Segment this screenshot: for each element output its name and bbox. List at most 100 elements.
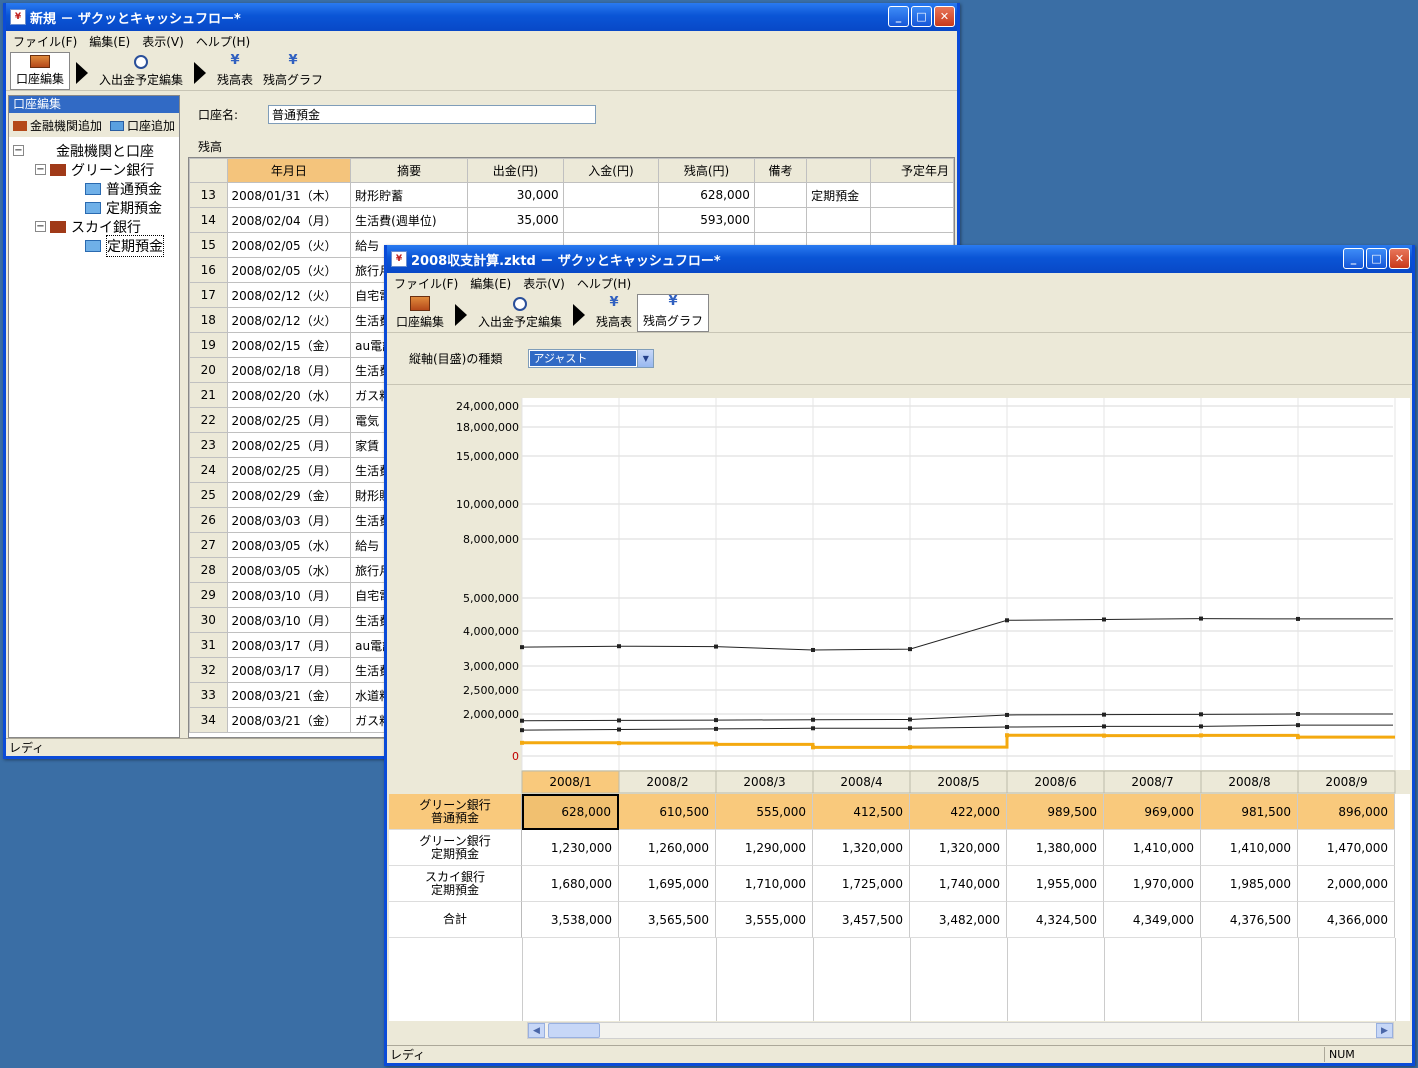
- balance-cell[interactable]: 3,482,000: [910, 902, 1007, 938]
- balance-cell[interactable]: 896,000: [1298, 794, 1395, 830]
- balance-cell[interactable]: 1,710,000: [716, 866, 813, 902]
- table-row[interactable]: グリーン銀行 定期預金 1,230,000 1,260,000 1,290,000 1,3…: [389, 830, 1395, 866]
- balance-cell[interactable]: 412,500: [813, 794, 910, 830]
- maximize-button[interactable]: □: [1366, 248, 1387, 269]
- close-button[interactable]: ✕: [934, 6, 955, 27]
- date-cell[interactable]: 2008/02/04（月）: [226, 207, 352, 233]
- withdrawal-cell[interactable]: 35,000: [467, 207, 564, 233]
- menu-view[interactable]: 表示(V): [523, 275, 565, 292]
- balance-cell[interactable]: 4,324,500: [1007, 902, 1104, 938]
- balance-cell[interactable]: 1,740,000: [910, 866, 1007, 902]
- balance-cell[interactable]: 1,470,000: [1298, 830, 1395, 866]
- column-summary[interactable]: 摘要: [350, 158, 469, 183]
- balance-cell[interactable]: 4,376,500: [1201, 902, 1298, 938]
- date-cell[interactable]: 2008/02/05（火）: [226, 257, 352, 283]
- collapse-icon[interactable]: −: [35, 221, 46, 232]
- balance-cell[interactable]: 989,500: [1007, 794, 1104, 830]
- date-cell[interactable]: 2008/03/05（水）: [226, 557, 352, 583]
- deposit-cell[interactable]: [562, 207, 660, 233]
- column-withdrawal[interactable]: 出金(円): [467, 158, 564, 183]
- account-name-input[interactable]: [268, 105, 597, 124]
- balance-data-grid[interactable]: グリーン銀行 普通預金 628,000 610,500 555,000 412,500 42…: [389, 794, 1410, 1021]
- tree-bank-green[interactable]: − グリーン銀行: [13, 160, 179, 179]
- scheduled-month-cell[interactable]: [869, 207, 954, 233]
- table-row[interactable]: 合計 3,538,000 3,565,500 3,555,000 3,457,500 3,…: [389, 902, 1395, 938]
- table-row[interactable]: スカイ銀行 定期預金 1,680,000 1,695,000 1,710,000 1,72…: [389, 866, 1395, 902]
- balance-cell[interactable]: 1,230,000: [522, 830, 619, 866]
- column-deposit[interactable]: 入金(円): [562, 158, 660, 183]
- tree-bank-sky[interactable]: − スカイ銀行: [13, 217, 179, 236]
- add-account-button[interactable]: 口座追加: [110, 117, 175, 134]
- date-cell[interactable]: 2008/02/18（月）: [226, 357, 352, 383]
- balance-cell[interactable]: 1,985,000: [1201, 866, 1298, 902]
- menu-edit[interactable]: 編集(E): [89, 33, 130, 50]
- title-bar[interactable]: ¥ 2008収支計算.zktd － ザクッとキャッシュフロー* _ □ ✕: [387, 245, 1412, 273]
- account-edit-tool[interactable]: 口座編集: [391, 294, 449, 332]
- menu-file[interactable]: ファイル(F): [13, 33, 77, 50]
- title-bar[interactable]: ¥ 新規 － ザクッとキャッシュフロー* _ □ ✕: [6, 3, 957, 31]
- date-cell[interactable]: 2008/02/20（水）: [226, 382, 352, 408]
- add-institution-button[interactable]: 金融機関追加: [13, 117, 102, 134]
- column-account[interactable]: [806, 158, 871, 183]
- account-cell[interactable]: [806, 207, 871, 233]
- balance-cell[interactable]: 3,565,500: [619, 902, 716, 938]
- close-button[interactable]: ✕: [1389, 248, 1410, 269]
- scroll-thumb[interactable]: [548, 1023, 600, 1038]
- menu-help[interactable]: ヘルプ(H): [196, 33, 250, 50]
- note-cell[interactable]: [753, 182, 808, 208]
- balance-cell[interactable]: 981,500: [1201, 794, 1298, 830]
- balance-table-tool[interactable]: ¥ 残高表: [212, 52, 258, 90]
- deposit-cell[interactable]: [562, 182, 660, 208]
- balance-cell[interactable]: 1,290,000: [716, 830, 813, 866]
- column-balance[interactable]: 残高(円): [658, 158, 755, 183]
- schedule-edit-tool[interactable]: 入出金予定編集: [473, 294, 567, 332]
- schedule-edit-tool[interactable]: 入出金予定編集: [94, 52, 188, 90]
- balance-cell[interactable]: 1,260,000: [619, 830, 716, 866]
- balance-cell[interactable]: 1,955,000: [1007, 866, 1104, 902]
- balance-cell[interactable]: 1,970,000: [1104, 866, 1201, 902]
- balance-cell[interactable]: 2,000,000: [1298, 866, 1395, 902]
- balance-cell[interactable]: 1,410,000: [1201, 830, 1298, 866]
- balance-cell[interactable]: 1,680,000: [522, 866, 619, 902]
- minimize-button[interactable]: _: [888, 6, 909, 27]
- date-cell[interactable]: 2008/03/03（月）: [226, 507, 352, 533]
- date-cell[interactable]: 2008/02/12（火）: [226, 307, 352, 333]
- balance-cell[interactable]: 610,500: [619, 794, 716, 830]
- date-cell[interactable]: 2008/02/12（火）: [226, 282, 352, 308]
- date-cell[interactable]: 2008/02/05（火）: [226, 232, 352, 258]
- balance-cell[interactable]: 1,320,000: [813, 830, 910, 866]
- balance-graph-tool[interactable]: ¥ 残高グラフ: [258, 52, 328, 90]
- balance-cell[interactable]: 3,555,000: [716, 902, 813, 938]
- column-date[interactable]: 年月日: [226, 158, 352, 183]
- scroll-right-icon[interactable]: ▶: [1376, 1023, 1393, 1038]
- axis-type-select[interactable]: アジャスト ▼: [528, 349, 655, 368]
- date-cell[interactable]: 2008/02/25（月）: [226, 432, 352, 458]
- tree-account-green-time[interactable]: 定期預金: [13, 198, 179, 217]
- scheduled-month-cell[interactable]: [869, 182, 954, 208]
- table-row[interactable]: 14 2008/02/04（月） 生活費(週単位) 35,000 593,000: [189, 207, 954, 233]
- account-edit-tool[interactable]: 口座編集: [10, 52, 71, 90]
- date-cell[interactable]: 2008/03/17（月）: [226, 632, 352, 658]
- balance-cell[interactable]: 422,000: [910, 794, 1007, 830]
- balance-table-tool[interactable]: ¥ 残高表: [591, 294, 637, 332]
- date-cell[interactable]: 2008/03/05（水）: [226, 532, 352, 558]
- balance-cell[interactable]: 1,410,000: [1104, 830, 1201, 866]
- tree-account-sky-time[interactable]: 定期預金: [13, 234, 179, 257]
- balance-cell[interactable]: 4,366,000: [1298, 902, 1395, 938]
- date-cell[interactable]: 2008/02/25（月）: [226, 407, 352, 433]
- date-cell[interactable]: 2008/03/10（月）: [226, 582, 352, 608]
- balance-cell[interactable]: 969,000: [1104, 794, 1201, 830]
- menu-file[interactable]: ファイル(F): [394, 275, 458, 292]
- balance-graph-tool[interactable]: ¥ 残高グラフ: [637, 294, 710, 332]
- column-scheduled-month[interactable]: 予定年月: [869, 158, 954, 183]
- date-cell[interactable]: 2008/03/10（月）: [226, 607, 352, 633]
- balance-cell[interactable]: 1,320,000: [910, 830, 1007, 866]
- date-cell[interactable]: 2008/03/21（金）: [226, 682, 352, 708]
- balance-cell[interactable]: 3,457,500: [813, 902, 910, 938]
- maximize-button[interactable]: □: [911, 6, 932, 27]
- collapse-icon[interactable]: −: [13, 145, 24, 156]
- minimize-button[interactable]: _: [1343, 248, 1364, 269]
- table-row[interactable]: グリーン銀行 普通預金 628,000 610,500 555,000 412,500 42…: [389, 794, 1395, 830]
- account-cell[interactable]: 定期預金: [806, 182, 871, 208]
- date-cell[interactable]: 2008/02/15（金）: [226, 332, 352, 358]
